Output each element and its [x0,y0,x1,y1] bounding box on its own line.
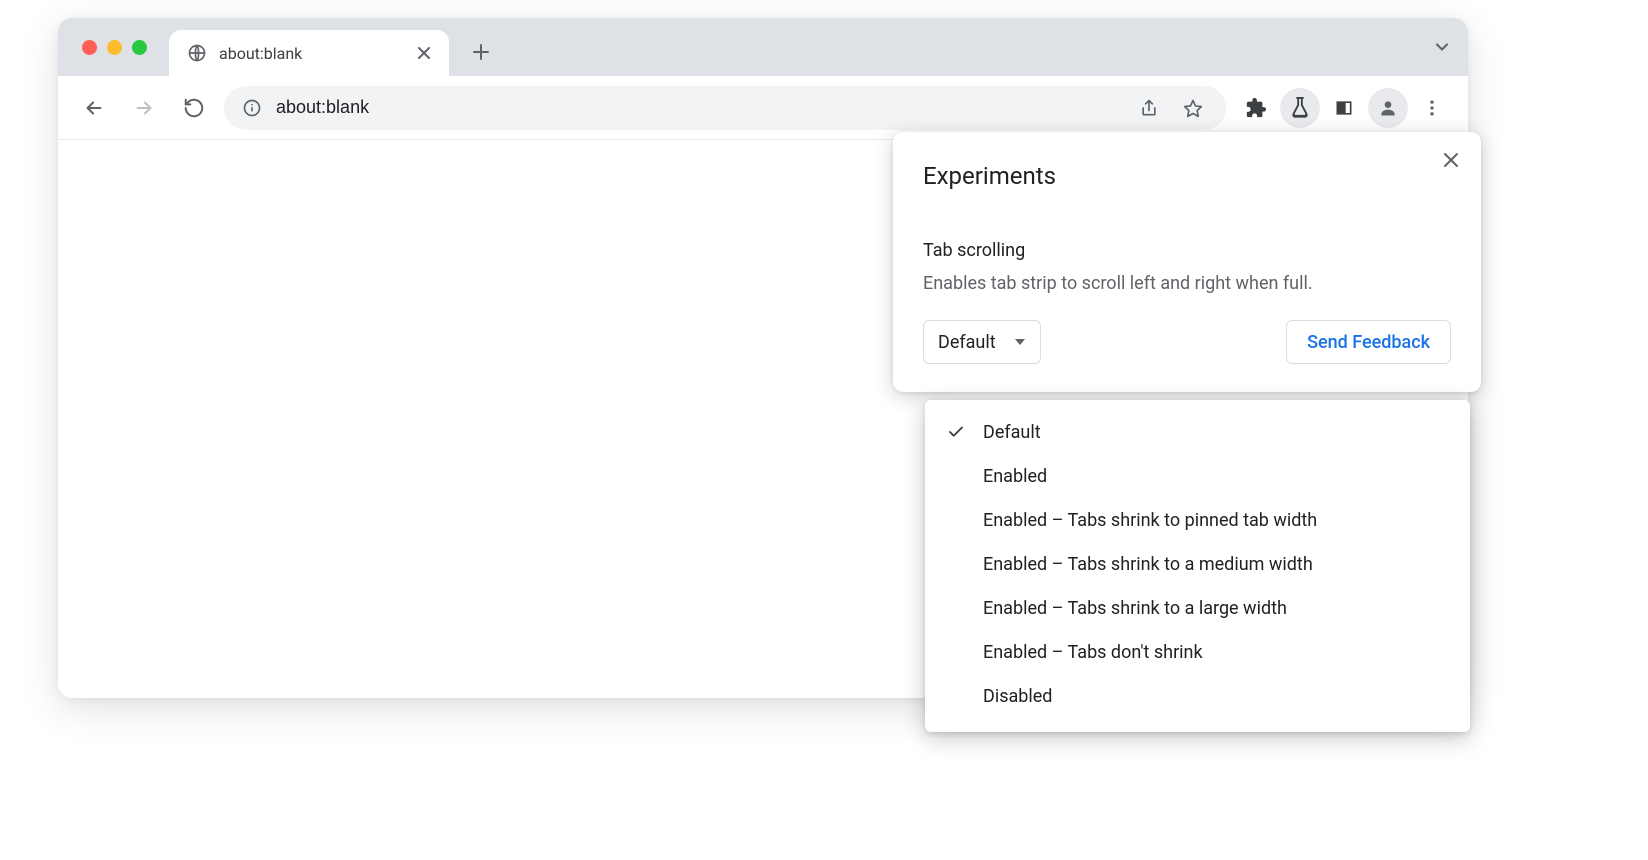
address-bar[interactable] [224,86,1226,130]
send-feedback-button[interactable]: Send Feedback [1286,320,1451,364]
experiment-select[interactable]: Default [923,320,1041,364]
experiment-option[interactable]: Enabled – Tabs shrink to pinned tab widt… [925,498,1470,542]
experiments-popup: Experiments Tab scrolling Enables tab st… [893,132,1481,392]
tab-overflow-button[interactable] [1432,18,1452,76]
experiments-button[interactable] [1280,88,1320,128]
profile-button[interactable] [1368,88,1408,128]
experiment-option[interactable]: Enabled – Tabs don't shrink [925,630,1470,674]
experiment-option-label: Enabled – Tabs shrink to a medium width [983,554,1313,575]
menu-button[interactable] [1412,88,1452,128]
experiment-label: Tab scrolling [923,240,1451,261]
experiment-option[interactable]: Disabled [925,674,1470,718]
bookmark-button[interactable] [1178,93,1208,123]
experiment-option-label: Default [983,422,1041,443]
forward-button[interactable] [124,88,164,128]
experiment-controls: Default Send Feedback [893,296,1481,364]
experiment-dropdown: Default Enabled Enabled – Tabs shrink to p… [925,400,1470,732]
back-button[interactable] [74,88,114,128]
window-zoom-button[interactable] [132,40,147,55]
window-minimize-button[interactable] [107,40,122,55]
globe-icon [187,43,207,63]
experiment-option-label: Enabled – Tabs shrink to pinned tab widt… [983,510,1317,531]
experiment-option[interactable]: Default [925,410,1470,454]
experiment-option-label: Enabled – Tabs shrink to a large width [983,598,1287,619]
experiment-option[interactable]: Enabled – Tabs shrink to a medium width [925,542,1470,586]
experiment-description: Enables tab strip to scroll left and rig… [923,271,1451,296]
window-controls [70,18,169,76]
tab-close-button[interactable] [415,44,433,62]
extensions-button[interactable] [1236,88,1276,128]
experiment-option-label: Enabled – Tabs don't shrink [983,642,1203,663]
toolbar [58,76,1468,140]
new-tab-button[interactable] [463,34,499,70]
experiment-option[interactable]: Enabled [925,454,1470,498]
site-info-icon[interactable] [242,98,262,118]
check-icon [945,423,967,441]
caret-down-icon [1014,336,1026,348]
send-feedback-label: Send Feedback [1307,332,1430,353]
tab-title: about:blank [219,44,403,63]
experiment-option[interactable]: Enabled – Tabs shrink to a large width [925,586,1470,630]
side-panel-button[interactable] [1324,88,1364,128]
experiment-option-label: Enabled [983,466,1047,487]
experiment-section: Tab scrolling Enables tab strip to scrol… [893,190,1481,296]
window-close-button[interactable] [82,40,97,55]
tab-strip: about:blank [58,18,1468,76]
reload-button[interactable] [174,88,214,128]
browser-tab[interactable]: about:blank [169,30,449,76]
popup-close-button[interactable] [1437,146,1465,174]
experiment-option-label: Disabled [983,686,1052,707]
popup-title: Experiments [893,132,1481,190]
url-input[interactable] [276,97,1120,118]
toolbar-actions [1236,88,1452,128]
experiment-select-value: Default [938,332,996,353]
share-button[interactable] [1134,93,1164,123]
